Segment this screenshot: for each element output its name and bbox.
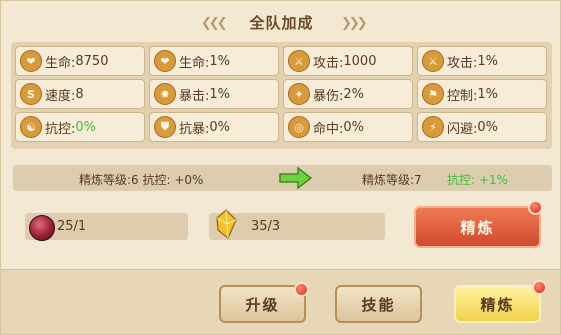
sword-icon: ⚔ (422, 50, 444, 72)
title-row: ❮❮❮ 全队加成 ❯❯❯ (1, 5, 560, 39)
stat-label: 命中: (313, 121, 344, 137)
gold-crystal-icon (216, 209, 237, 239)
resource-value: 25/1 (57, 219, 87, 234)
next-refine-level: 精炼等级:7 (362, 173, 422, 187)
tab-upgrade[interactable]: 升级 (219, 285, 306, 323)
stat-value: 1% (477, 53, 499, 69)
panel-title: 全队加成 (249, 13, 314, 32)
stat-dodge: ⚡ 闪避: 0% (417, 112, 547, 142)
notification-dot-icon (532, 280, 547, 295)
stat-label: 速度: (45, 88, 76, 104)
stats-grid: ❤ 生命: 8750 ❤ 生命: 1% ⚔ 攻击: 1000 ⚔ 攻击: 1% S 速度: 8 ✸ 暴… (11, 42, 552, 149)
stat-value: 1% (209, 86, 231, 102)
stat-value: 1000 (343, 53, 377, 69)
stat-hp-percent: ❤ 生命: 1% (149, 46, 279, 76)
control-resist-icon: ☯ (20, 116, 42, 138)
notification-dot-icon (528, 200, 543, 215)
control-icon: ⚑ (422, 83, 444, 105)
tab-refine[interactable]: 精炼 (454, 285, 541, 323)
resource-value: 35/3 (251, 219, 281, 234)
stat-label: 生命: (179, 55, 210, 71)
stat-crit-resist: ⛊ 抗暴: 0% (149, 112, 279, 142)
refine-button[interactable]: 精炼 (414, 206, 541, 248)
stat-value: 1% (209, 53, 231, 69)
resource-red-orb: 25/1 (25, 213, 188, 241)
refine-level-bar: 精炼等级:6 抗控: +0% 精炼等级:7 抗控: +1% (13, 165, 552, 191)
stat-label: 抗控: (45, 121, 76, 137)
tab-skill[interactable]: 技能 (335, 285, 422, 323)
bottom-tab-bar: 升级 技能 精炼 (1, 269, 560, 334)
stat-value: 0% (343, 119, 365, 135)
crit-resist-icon: ⛊ (154, 116, 176, 138)
red-orb-icon (29, 215, 55, 241)
arrow-right-icon (279, 167, 312, 189)
stat-hp: ❤ 生命: 8750 (15, 46, 145, 76)
stat-value: 2% (343, 86, 365, 102)
stat-accuracy: ◎ 命中: 0% (283, 112, 413, 142)
stat-value: 0% (209, 119, 231, 135)
dodge-icon: ⚡ (422, 116, 444, 138)
stat-label: 攻击: (447, 55, 478, 71)
stat-value: 0% (75, 119, 97, 135)
accuracy-icon: ◎ (288, 116, 310, 138)
stat-label: 闪避: (447, 121, 478, 137)
stat-control-resist: ☯ 抗控: 0% (15, 112, 145, 142)
stat-attack-percent: ⚔ 攻击: 1% (417, 46, 547, 76)
left-ornament-icon: ❮❮❮ (201, 16, 228, 31)
stat-crit: ✸ 暴击: 1% (149, 79, 279, 109)
stat-label: 暴击: (179, 88, 210, 104)
crit-icon: ✸ (154, 83, 176, 105)
speed-icon: S (20, 83, 42, 105)
stat-label: 暴伤: (313, 88, 344, 104)
stat-label: 生命: (45, 55, 76, 71)
stat-crit-damage: ✦ 暴伤: 2% (283, 79, 413, 109)
stat-value: 8750 (75, 53, 109, 69)
stat-label: 攻击: (313, 55, 344, 71)
heart-icon: ❤ (20, 50, 42, 72)
notification-dot-icon (294, 282, 309, 297)
heart-icon: ❤ (154, 50, 176, 72)
team-bonus-panel: ❮❮❮ 全队加成 ❯❯❯ ❤ 生命: 8750 ❤ 生命: 1% ⚔ 攻击: 1000 ⚔ 攻… (0, 0, 561, 335)
stat-value: 8 (75, 86, 84, 102)
stat-label: 控制: (447, 88, 478, 104)
next-refine-stat: 抗控: +1% (447, 173, 508, 187)
stat-value: 1% (477, 86, 499, 102)
right-ornament-icon: ❯❯❯ (341, 16, 368, 31)
stat-attack: ⚔ 攻击: 1000 (283, 46, 413, 76)
current-refine-level: 精炼等级:6 抗控: +0% (79, 173, 204, 187)
stat-speed: S 速度: 8 (15, 79, 145, 109)
stat-value: 0% (477, 119, 499, 135)
stat-control: ⚑ 控制: 1% (417, 79, 547, 109)
crit-damage-icon: ✦ (288, 83, 310, 105)
sword-icon: ⚔ (288, 50, 310, 72)
stat-label: 抗暴: (179, 121, 210, 137)
resource-gold-crystal: 35/3 (209, 209, 385, 240)
